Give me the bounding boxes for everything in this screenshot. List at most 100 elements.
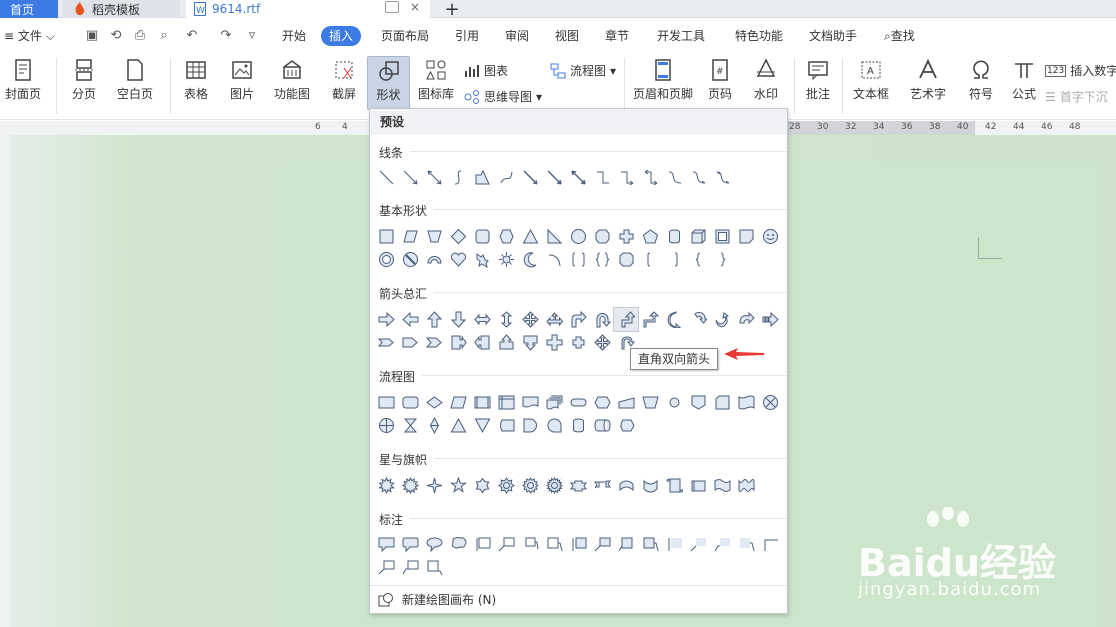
- callout-shape-icon[interactable]: [662, 533, 686, 556]
- star-banner-shape-icon[interactable]: [374, 474, 398, 497]
- flowchart-shape-icon[interactable]: [686, 391, 710, 414]
- flowchart-shape-icon[interactable]: [542, 414, 566, 437]
- callout-shape-icon[interactable]: [566, 533, 590, 556]
- arrow-shape-icon[interactable]: [686, 308, 710, 331]
- basic-shape-icon[interactable]: [614, 225, 638, 248]
- basic-shape-icon[interactable]: [638, 225, 662, 248]
- new-tab-button[interactable]: +: [440, 0, 464, 20]
- basic-shape-icon[interactable]: [710, 248, 734, 271]
- arrow-shape-icon[interactable]: [398, 308, 422, 331]
- flowchart-shape-icon[interactable]: [710, 391, 734, 414]
- star-banner-shape-icon[interactable]: [398, 474, 422, 497]
- save-icon[interactable]: ▣: [84, 28, 100, 44]
- header-footer-button[interactable]: 页眉和页脚: [632, 58, 694, 102]
- insert-number-button[interactable]: 123 插入数字: [1045, 62, 1116, 79]
- flowchart-shape-icon[interactable]: [470, 414, 494, 437]
- flowchart-shape-icon[interactable]: [374, 391, 398, 414]
- picture-button[interactable]: 图片: [224, 58, 260, 102]
- star-banner-shape-icon[interactable]: [638, 474, 662, 497]
- callout-shape-icon[interactable]: [614, 533, 638, 556]
- arrow-shape-icon[interactable]: [422, 308, 446, 331]
- flowchart-shape-icon[interactable]: [566, 391, 590, 414]
- line-shape-icon[interactable]: [422, 166, 446, 189]
- basic-shape-icon[interactable]: [710, 225, 734, 248]
- arrow-shape-icon[interactable]: [446, 331, 470, 354]
- arrow-shape-icon[interactable]: [734, 308, 758, 331]
- menu-review[interactable]: 审阅: [505, 24, 529, 48]
- arrow-shape-icon[interactable]: [758, 308, 782, 331]
- flowchart-shape-icon[interactable]: [758, 391, 782, 414]
- basic-shape-icon[interactable]: [398, 248, 422, 271]
- arrow-shape-icon[interactable]: [374, 331, 398, 354]
- search-command[interactable]: ⌕查找: [884, 24, 915, 48]
- arrow-shape-icon[interactable]: [518, 308, 542, 331]
- arrow-shape-icon[interactable]: [422, 331, 446, 354]
- callout-shape-icon[interactable]: [710, 533, 734, 556]
- line-shape-icon[interactable]: [470, 166, 494, 189]
- arrow-shape-icon[interactable]: [374, 308, 398, 331]
- basic-shape-icon[interactable]: [566, 225, 590, 248]
- menu-chapter[interactable]: 章节: [605, 24, 629, 48]
- star-banner-shape-icon[interactable]: [734, 474, 758, 497]
- callout-shape-icon[interactable]: [734, 533, 758, 556]
- basic-shape-icon[interactable]: [446, 248, 470, 271]
- arrow-shape-icon[interactable]: [662, 308, 686, 331]
- page-break-button[interactable]: 分页: [66, 58, 102, 102]
- shape-button[interactable]: 形状: [367, 56, 410, 110]
- arrow-shape-icon[interactable]: [470, 331, 494, 354]
- basic-shape-icon[interactable]: [614, 248, 638, 271]
- basic-shape-icon[interactable]: [398, 225, 422, 248]
- symbol-button[interactable]: 符号: [963, 58, 999, 102]
- line-shape-icon[interactable]: [590, 166, 614, 189]
- file-menu[interactable]: ≡ 文件 ⌵: [4, 24, 55, 48]
- menu-assistant[interactable]: 文档助手: [809, 24, 857, 48]
- cover-page-button[interactable]: 封面页: [0, 58, 46, 102]
- line-shape-icon[interactable]: [566, 166, 590, 189]
- basic-shape-icon[interactable]: [686, 225, 710, 248]
- callout-shape-icon[interactable]: [374, 556, 398, 579]
- arrow-shape-icon[interactable]: [613, 307, 639, 332]
- flowchart-shape-icon[interactable]: [398, 391, 422, 414]
- basic-shape-icon[interactable]: [518, 225, 542, 248]
- flowchart-shape-icon[interactable]: [638, 391, 662, 414]
- basic-shape-icon[interactable]: [542, 225, 566, 248]
- mind-map-button[interactable]: 思维导图 ▾: [464, 88, 542, 105]
- flowchart-shape-icon[interactable]: [494, 391, 518, 414]
- formula-button[interactable]: 公式: [1006, 58, 1042, 102]
- callout-shape-icon[interactable]: [374, 533, 398, 556]
- line-shape-icon[interactable]: [398, 166, 422, 189]
- star-banner-shape-icon[interactable]: [614, 474, 638, 497]
- callout-shape-icon[interactable]: [398, 556, 422, 579]
- undo-icon[interactable]: ↶: [184, 28, 200, 44]
- callout-shape-icon[interactable]: [638, 533, 662, 556]
- callout-shape-icon[interactable]: [398, 533, 422, 556]
- arrow-shape-icon[interactable]: [566, 308, 590, 331]
- basic-shape-icon[interactable]: [494, 225, 518, 248]
- flowchart-shape-icon[interactable]: [494, 414, 518, 437]
- arrow-shape-icon[interactable]: [542, 331, 566, 354]
- arrow-shape-icon[interactable]: [470, 308, 494, 331]
- menu-reference[interactable]: 引用: [455, 24, 479, 48]
- tab-home[interactable]: 首页: [0, 0, 58, 18]
- line-shape-icon[interactable]: [542, 166, 566, 189]
- flowchart-shape-icon[interactable]: [446, 414, 470, 437]
- drop-cap-button[interactable]: ☰ 首字下沉: [1045, 88, 1108, 105]
- chart-button[interactable]: 图表: [464, 62, 508, 79]
- star-banner-shape-icon[interactable]: [422, 474, 446, 497]
- format-painter-icon[interactable]: ⟲: [108, 28, 124, 44]
- flowchart-shape-icon[interactable]: [662, 391, 686, 414]
- line-shape-icon[interactable]: [662, 166, 686, 189]
- flowchart-shape-icon[interactable]: [422, 414, 446, 437]
- flowchart-shape-icon[interactable]: [614, 414, 638, 437]
- flowchart-shape-icon[interactable]: [374, 414, 398, 437]
- basic-shape-icon[interactable]: [422, 225, 446, 248]
- line-shape-icon[interactable]: [686, 166, 710, 189]
- page-number-button[interactable]: # 页码: [702, 58, 738, 102]
- flowchart-shape-icon[interactable]: [614, 391, 638, 414]
- close-tab-icon[interactable]: ×: [410, 0, 420, 14]
- line-shape-icon[interactable]: [494, 166, 518, 189]
- callout-shape-icon[interactable]: [446, 533, 470, 556]
- star-banner-shape-icon[interactable]: [686, 474, 710, 497]
- basic-shape-icon[interactable]: [590, 248, 614, 271]
- arrow-shape-icon[interactable]: [710, 308, 734, 331]
